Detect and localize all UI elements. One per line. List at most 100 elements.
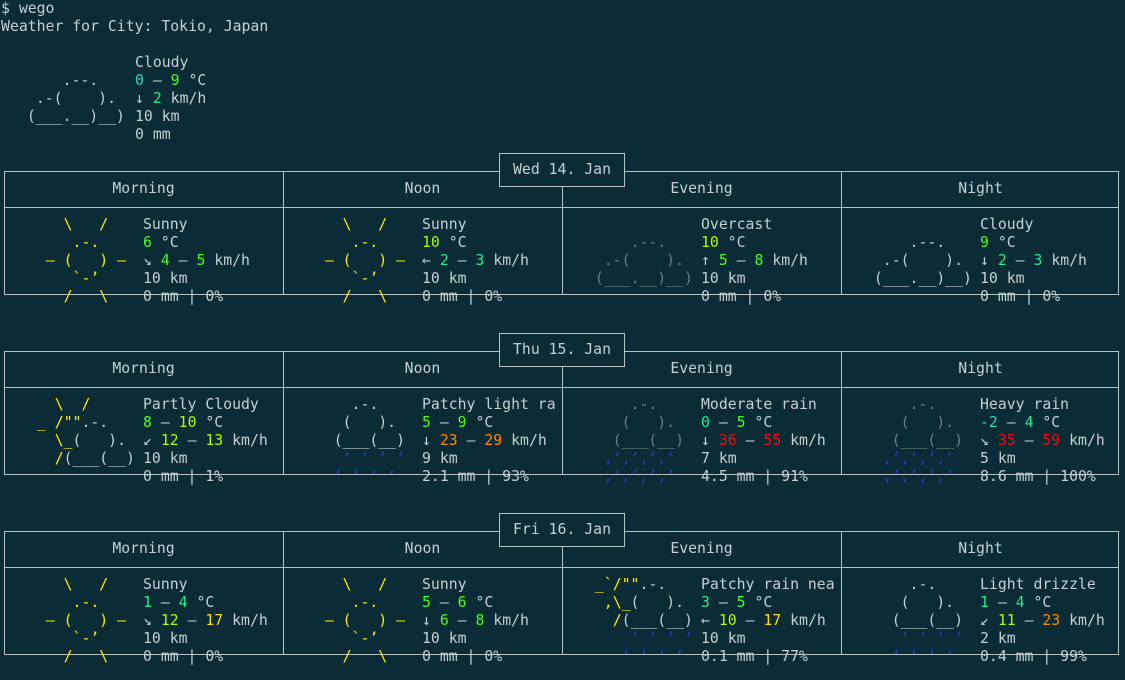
temp-low: -2 bbox=[980, 414, 998, 431]
precipitation: 0 mm | 0% bbox=[701, 288, 782, 305]
wind-speed: 2 bbox=[152, 90, 162, 107]
temperature: 10 °C bbox=[422, 234, 467, 251]
slot-info: Moderate rain 0 – 5 °C ↓ 36 – 55 km/h 7 … bbox=[701, 396, 826, 486]
forecast-slot-noon: Noon \ / .-. ― ( ) ― `-’ / \ Sunny 10 °C… bbox=[283, 171, 562, 305]
visibility: 10 km bbox=[701, 270, 746, 287]
temperature: 5 – 6 °C bbox=[422, 594, 494, 611]
wind: ↙ 11 – 23 km/h bbox=[980, 612, 1105, 629]
weather-art-sunny: \ / .-. ― ( ) ― `-’ / \ bbox=[324, 216, 405, 305]
wind-high: 5 bbox=[196, 252, 206, 269]
forecast-day: Morning \ / .-. ― ( ) ― `-’ / \ Sunny 1 … bbox=[4, 513, 1121, 665]
condition: Cloudy bbox=[980, 216, 1034, 233]
visibility: 2 km bbox=[980, 630, 1016, 647]
precipitation: 2.1 mm | 93% bbox=[422, 468, 529, 485]
condition: Partly Cloudy bbox=[143, 396, 259, 413]
condition: Patchy light ra bbox=[422, 396, 556, 413]
wind-low: 4 bbox=[160, 252, 170, 269]
current-weather-info: Cloudy 0 – 9 °C ↓ 2 km/h 10 km 0 mm bbox=[135, 54, 206, 144]
temp-high: 4 bbox=[1015, 594, 1025, 611]
precipitation: 0 mm | 0% bbox=[980, 288, 1061, 305]
period-label: Morning bbox=[112, 180, 175, 197]
wind-low: 36 bbox=[718, 432, 737, 449]
weather-art-sunny: \ / .-. ― ( ) ― `-’ / \ bbox=[45, 216, 126, 305]
temperature: 8 – 10 °C bbox=[143, 414, 224, 431]
temp-value: 6 bbox=[143, 234, 152, 251]
visibility: 7 km bbox=[701, 450, 737, 467]
condition: Overcast bbox=[701, 216, 773, 233]
forecast-slot-morning: Morning \ / .-. ― ( ) ― `-’ / \ Sunny 1 … bbox=[4, 531, 283, 665]
slot-info: Partly Cloudy 8 – 10 °C ↙ 12 – 13 km/h 1… bbox=[143, 396, 268, 486]
visibility: 10 km bbox=[422, 270, 467, 287]
wind: ← 2 – 3 km/h bbox=[422, 252, 529, 269]
date-label: Wed 14. Jan bbox=[499, 153, 625, 187]
forecast-slot-evening: Evening _`/"".-. ,\_( ). /(___(__) ‘ ‘ ‘… bbox=[562, 531, 841, 665]
temp-low: 3 bbox=[701, 594, 710, 611]
wind-high: 23 bbox=[1042, 612, 1061, 629]
condition: Moderate rain bbox=[701, 396, 817, 413]
visibility: 10 km bbox=[701, 630, 746, 647]
precipitation: 4.5 mm | 91% bbox=[701, 468, 808, 485]
precipitation: 0 mm | 0% bbox=[143, 648, 224, 665]
temp-value: 9 bbox=[980, 234, 989, 251]
weather-art-partly: \ / _ /"".-. \_( ). /(___(__) bbox=[28, 396, 135, 467]
temperature: 6 °C bbox=[143, 234, 179, 251]
period-label: Night bbox=[958, 180, 1003, 197]
wind-low: 12 bbox=[160, 612, 179, 629]
wind: ↓ 6 – 8 km/h bbox=[422, 612, 529, 629]
temperature: -2 – 4 °C bbox=[980, 414, 1061, 431]
condition: Sunny bbox=[143, 576, 188, 593]
current-visibility: 10 km bbox=[135, 108, 180, 125]
wind: ↘ 35 – 59 km/h bbox=[980, 432, 1105, 449]
wind-low: 5 bbox=[718, 252, 728, 269]
forecast-slot-evening: Evening .-. ( ). (___(__) ‚‘‚‘‚‘‚‘ ‚’‚’‚… bbox=[562, 351, 841, 485]
temp-high: 5 bbox=[736, 594, 746, 611]
current-condition: Cloudy bbox=[135, 54, 189, 71]
temperature: 0 – 5 °C bbox=[701, 414, 773, 431]
current-precipitation: 0 mm bbox=[135, 126, 171, 143]
temp-high: 9 bbox=[457, 414, 467, 431]
wind: ← 10 – 17 km/h bbox=[701, 612, 826, 629]
forecast-slot-morning: Morning \ / .-. ― ( ) ― `-’ / \ Sunny 6 … bbox=[4, 171, 283, 305]
forecast-slot-morning: Morning \ / _ /"".-. \_( ). /(___(__) Pa… bbox=[4, 351, 283, 485]
wind-low: 23 bbox=[439, 432, 458, 449]
wind: ↙ 12 – 13 km/h bbox=[143, 432, 268, 449]
slot-info: Sunny 1 – 4 °C ↘ 12 – 17 km/h 10 km 0 mm… bbox=[143, 576, 268, 666]
weather-art-heavyrain: .-. ( ). (___(__) ‚‘‚‘‚‘‚‘ ‚’‚’‚’‚’ bbox=[603, 396, 684, 485]
wind: ↘ 4 – 5 km/h bbox=[143, 252, 250, 269]
condition: Light drizzle bbox=[980, 576, 1096, 593]
date-label: Fri 16. Jan bbox=[499, 513, 625, 547]
period-label: Night bbox=[958, 540, 1003, 557]
wind-low: 2 bbox=[997, 252, 1007, 269]
wind-high: 3 bbox=[1033, 252, 1043, 269]
temp-value: 10 bbox=[422, 234, 440, 251]
weather-art-cloudy: .--. .-( ). (___.__)__) bbox=[873, 234, 972, 287]
visibility: 5 km bbox=[980, 450, 1016, 467]
terminal-window: $ wego Weather for City: Tokio, Japan .-… bbox=[0, 0, 1125, 680]
forecast-slot-night: Night .-. ( ). (___(__) ‚‘‚‘‚‘‚‘ ‚’‚’‚’‚… bbox=[841, 351, 1120, 485]
period-label: Night bbox=[958, 360, 1003, 377]
condition: Patchy rain nea bbox=[701, 576, 835, 593]
precipitation: 0 mm | 0% bbox=[422, 648, 503, 665]
precipitation: 0 mm | 1% bbox=[143, 468, 224, 485]
condition: Sunny bbox=[143, 216, 188, 233]
wind-high: 17 bbox=[205, 612, 224, 629]
precipitation: 0 mm | 0% bbox=[143, 288, 224, 305]
visibility: 10 km bbox=[143, 270, 188, 287]
temp-low: 1 bbox=[980, 594, 989, 611]
current-temperature: 0 – 9 °C bbox=[135, 72, 207, 89]
wind-low: 12 bbox=[160, 432, 179, 449]
wind-high: 55 bbox=[763, 432, 782, 449]
weather-art-overcast: .--. .-( ). (___.__)__) bbox=[594, 234, 693, 287]
wind-high: 8 bbox=[475, 612, 485, 629]
temp-high: 10 bbox=[178, 414, 197, 431]
temp-low: 1 bbox=[143, 594, 152, 611]
condition: Heavy rain bbox=[980, 396, 1070, 413]
precipitation: 8.6 mm | 100% bbox=[980, 468, 1096, 485]
slot-info: Patchy light ra 5 – 9 °C ↓ 23 – 29 km/h … bbox=[422, 396, 556, 486]
forecast-day: Morning \ / .-. ― ( ) ― `-’ / \ Sunny 6 … bbox=[4, 153, 1121, 305]
weather-art-sunny: \ / .-. ― ( ) ― `-’ / \ bbox=[324, 576, 405, 665]
temp-low: 0 bbox=[135, 72, 144, 89]
wind-high: 8 bbox=[754, 252, 764, 269]
wind-low: 10 bbox=[718, 612, 737, 629]
slot-info: Patchy rain nea 3 – 5 °C ← 10 – 17 km/h … bbox=[701, 576, 835, 666]
